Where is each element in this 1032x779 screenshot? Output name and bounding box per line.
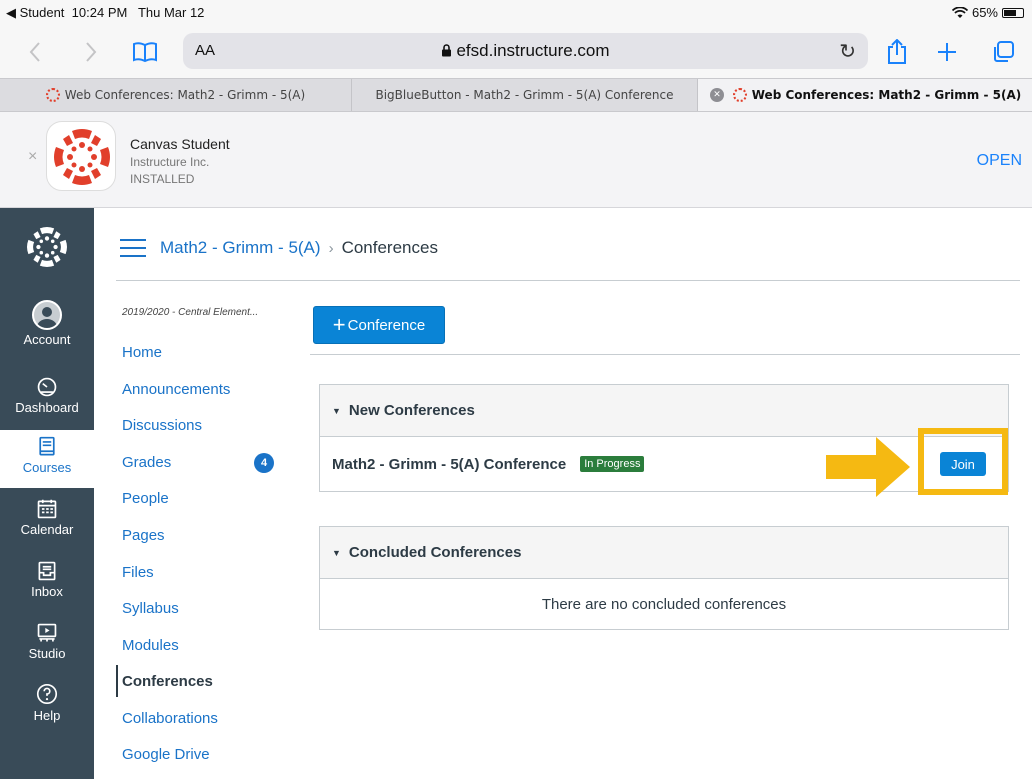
- pointer-arrow-annotation: [826, 437, 910, 497]
- course-nav-files[interactable]: Files: [122, 564, 154, 581]
- menu-icon[interactable]: [120, 239, 146, 257]
- global-nav-dashboard[interactable]: Dashboard: [0, 376, 94, 424]
- nav-label: Dashboard: [15, 400, 79, 415]
- ios-status-bar: ◀ Student 10:24 PM Thu Mar 12 65%: [0, 0, 1032, 26]
- forward-icon[interactable]: [80, 34, 102, 70]
- bookmarks-icon[interactable]: [130, 34, 160, 70]
- concluded-conferences-panel: ▼ Concluded Conferences There are no con…: [319, 526, 1009, 630]
- global-nav-account[interactable]: Account: [0, 300, 94, 362]
- back-to-app[interactable]: ◀ Student: [6, 5, 64, 20]
- course-term: 2019/2020 - Central Element...: [122, 307, 259, 318]
- new-tab-icon[interactable]: [934, 34, 960, 70]
- empty-message: There are no concluded conferences: [541, 595, 787, 613]
- browser-tabs: Web Conferences: Math2 - Grimm - 5(A) Bi…: [0, 78, 1032, 112]
- tab-title: BigBlueButton - Math2 - Grimm - 5(A) Con…: [375, 88, 674, 102]
- course-nav-syllabus[interactable]: Syllabus: [122, 600, 179, 617]
- global-nav-courses[interactable]: Courses: [0, 430, 94, 488]
- plus-icon: +: [332, 312, 346, 337]
- dashboard-icon: [37, 377, 57, 397]
- active-indicator: [116, 665, 118, 697]
- smart-app-banner: × Canvas Student Instructure Inc. INSTAL…: [0, 112, 1032, 208]
- breadcrumb-separator: ›: [328, 239, 334, 257]
- header-divider: [116, 280, 1020, 281]
- course-nav-pages[interactable]: Pages: [122, 527, 165, 544]
- course-nav-conferences[interactable]: Conferences: [122, 673, 213, 690]
- tab-title: Web Conferences: Math2 - Grimm - 5(A): [751, 88, 1022, 102]
- lock-icon: [442, 44, 452, 57]
- breadcrumb-current: Conferences: [341, 238, 438, 257]
- reload-icon[interactable]: ↻: [839, 39, 856, 64]
- nav-label: Courses: [22, 460, 72, 475]
- avatar: [32, 300, 62, 330]
- tab-title: Web Conferences: Math2 - Grimm - 5(A): [64, 88, 306, 102]
- breadcrumb: Math2 - Grimm - 5(A) › Conferences: [120, 232, 1020, 264]
- app-name: Canvas Student: [130, 136, 230, 152]
- tab-web-conferences-1[interactable]: Web Conferences: Math2 - Grimm - 5(A): [0, 79, 352, 111]
- section-title: Concluded Conferences: [348, 544, 522, 561]
- nav-label: Calendar: [20, 522, 74, 537]
- status-time: 10:24 PM: [71, 5, 128, 20]
- content-divider: [310, 354, 1020, 355]
- calendar-icon: [37, 499, 57, 519]
- add-conference-label: Conference: [347, 316, 426, 334]
- address-bar[interactable]: AA efsd.instructure.com ↻: [183, 33, 868, 69]
- course-nav-announcements[interactable]: Announcements: [122, 381, 230, 398]
- section-title: New Conferences: [348, 402, 475, 419]
- dismiss-banner-icon[interactable]: ×: [28, 148, 37, 166]
- wifi-icon: [951, 6, 968, 18]
- inbox-icon: [38, 561, 56, 581]
- course-nav-home[interactable]: Home: [122, 344, 162, 361]
- course-nav-google-drive[interactable]: Google Drive: [122, 746, 210, 763]
- status-date: Thu Mar 12: [137, 5, 205, 20]
- course-nav-people[interactable]: People: [122, 490, 169, 507]
- global-nav-studio[interactable]: Studio: [0, 622, 94, 670]
- studio-icon: [37, 623, 57, 642]
- conference-name: Math2 - Grimm - 5(A) Conference: [332, 455, 567, 473]
- help-icon: [36, 683, 58, 705]
- join-conference-button[interactable]: Join: [940, 452, 986, 476]
- course-nav-modules[interactable]: Modules: [122, 637, 179, 654]
- share-icon[interactable]: [884, 34, 910, 70]
- browser-toolbar: AA efsd.instructure.com ↻: [0, 26, 1032, 78]
- nav-label: Help: [33, 708, 61, 723]
- collapse-triangle-icon: ▼: [332, 547, 341, 558]
- canvas-favicon: [45, 88, 60, 102]
- new-conferences-header[interactable]: ▼ New Conferences: [320, 385, 1008, 437]
- canvas-app-logo: [46, 121, 116, 191]
- close-tab-icon[interactable]: ✕: [710, 88, 724, 102]
- concluded-conferences-header[interactable]: ▼ Concluded Conferences: [320, 527, 1008, 579]
- status-badge: In Progress: [580, 456, 645, 472]
- status-right: 65%: [951, 5, 1024, 20]
- nav-label: Account: [23, 332, 71, 347]
- global-nav-help[interactable]: Help: [0, 682, 94, 736]
- open-app-button[interactable]: OPEN: [977, 152, 1022, 170]
- tabs-overview-icon[interactable]: [990, 34, 1016, 70]
- canvas-logo-icon[interactable]: [22, 222, 72, 272]
- canvas-favicon: [732, 88, 747, 102]
- global-nav-calendar[interactable]: Calendar: [0, 498, 94, 546]
- add-conference-button[interactable]: + Conference: [313, 306, 445, 344]
- status-left: ◀ Student 10:24 PM Thu Mar 12: [6, 5, 204, 21]
- collapse-triangle-icon: ▼: [332, 405, 341, 416]
- tab-web-conferences-active[interactable]: ✕ Web Conferences: Math2 - Grimm - 5(A): [698, 79, 1032, 111]
- url-text: efsd.instructure.com: [456, 41, 610, 60]
- tab-bigbluebutton[interactable]: BigBlueButton - Math2 - Grimm - 5(A) Con…: [352, 79, 698, 111]
- course-nav-collaborations[interactable]: Collaborations: [122, 710, 218, 727]
- global-nav-inbox[interactable]: Inbox: [0, 560, 94, 608]
- battery-icon: [1002, 7, 1024, 18]
- app-developer: Instructure Inc.: [130, 155, 210, 169]
- course-nav-grades[interactable]: Grades: [122, 454, 171, 471]
- app-install-status: INSTALLED: [130, 172, 195, 186]
- courses-icon: [39, 436, 55, 456]
- course-nav-discussions[interactable]: Discussions: [122, 417, 202, 434]
- back-icon[interactable]: [24, 34, 46, 70]
- grades-count-badge: 4: [254, 453, 274, 473]
- breadcrumb-course-link[interactable]: Math2 - Grimm - 5(A): [160, 238, 321, 258]
- nav-label: Inbox: [31, 584, 63, 599]
- battery-percent: 65%: [971, 5, 998, 20]
- url-display: efsd.instructure.com: [183, 41, 868, 61]
- global-navigation: Account Dashboard Courses Calendar Inbox…: [0, 208, 94, 779]
- nav-label: Studio: [28, 646, 66, 661]
